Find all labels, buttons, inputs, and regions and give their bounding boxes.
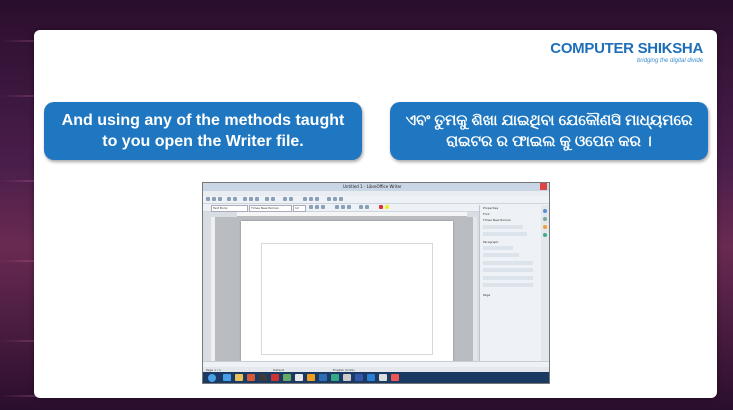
app-icon[interactable]	[379, 374, 387, 381]
window-titlebar: Untitled 1 - LibreOffice Writer	[203, 183, 549, 191]
font-name-box[interactable]: Times New Roman	[249, 205, 292, 212]
sidebar-paragraph-header[interactable]: Paragraph	[483, 240, 498, 244]
bold-icon[interactable]	[309, 205, 313, 209]
close-icon[interactable]	[540, 183, 547, 190]
sidebar-character-header[interactable]: Font	[483, 212, 490, 216]
sidebar-properties: Properties Font Times New Roman Paragrap…	[479, 205, 542, 361]
paragraph-style-box[interactable]: Text Body	[211, 205, 248, 212]
windows-taskbar	[203, 372, 549, 383]
navigator-tab-icon[interactable]	[543, 233, 547, 237]
app-icon[interactable]	[343, 374, 351, 381]
odia-instruction-text: ଏବଂ ତୁମକୁ ଶିଖା ଯାଇଥିବା ଯେକୌଣସି ମାଧ୍ୟମରେ …	[405, 112, 693, 150]
computer-shiksha-logo: COMPUTER SHIKSHA bridging the digital di…	[550, 40, 703, 64]
print-icon[interactable]	[233, 197, 237, 201]
find-icon[interactable]	[283, 197, 287, 201]
app-icon[interactable]	[259, 374, 267, 381]
writer-screenshot: Untitled 1 - LibreOffice Writer File Edi…	[202, 182, 550, 384]
app-icon[interactable]	[319, 374, 327, 381]
sidebar-font-name[interactable]: Times New Roman	[483, 218, 511, 222]
explorer-icon[interactable]	[235, 374, 243, 381]
chart-icon[interactable]	[315, 197, 319, 201]
image-icon[interactable]	[309, 197, 313, 201]
properties-tab-icon[interactable]	[543, 209, 547, 213]
odia-instruction: ଏବଂ ତୁମକୁ ଶିଖା ଯାଇଥିବା ଯେକୌଣସି ମାଧ୍ୟମରେ …	[390, 102, 708, 160]
cut-icon[interactable]	[243, 197, 247, 201]
sidebar-indent-row[interactable]	[483, 283, 533, 287]
english-instruction: And using any of the methods taught to y…	[44, 102, 362, 160]
sidebar-spacing-row[interactable]	[483, 261, 533, 265]
font-size-box[interactable]: 12	[293, 205, 306, 212]
sidebar-indent-row[interactable]	[483, 276, 533, 280]
gallery-tab-icon[interactable]	[543, 225, 547, 229]
align-right-icon[interactable]	[347, 205, 351, 209]
app-icon[interactable]	[355, 374, 363, 381]
app-icon[interactable]	[391, 374, 399, 381]
app-icon[interactable]	[271, 374, 279, 381]
special-char-icon[interactable]	[327, 197, 331, 201]
sidebar-format-row[interactable]	[483, 232, 527, 236]
sidebar-spacing-row[interactable]	[483, 268, 533, 272]
app-icon[interactable]	[295, 374, 303, 381]
numbering-icon[interactable]	[365, 205, 369, 209]
new-icon[interactable]	[206, 197, 210, 201]
text-boundary	[261, 243, 433, 355]
spellcheck-icon[interactable]	[289, 197, 293, 201]
logo-main: COMPUTER SHIKSHA	[550, 40, 703, 57]
italic-icon[interactable]	[315, 205, 319, 209]
app-icon[interactable]	[247, 374, 255, 381]
english-instruction-text: And using any of the methods taught to y…	[61, 112, 345, 150]
hyperlink-icon[interactable]	[333, 197, 337, 201]
sidebar-page-header[interactable]: Page	[483, 293, 490, 297]
undo-icon[interactable]	[265, 197, 269, 201]
window-title: Untitled 1 - LibreOffice Writer	[343, 184, 402, 189]
bullets-icon[interactable]	[359, 205, 363, 209]
paste-icon[interactable]	[255, 197, 259, 201]
sidebar-list-row[interactable]	[483, 253, 519, 257]
standard-toolbar	[203, 196, 549, 204]
maximize-icon[interactable]	[532, 183, 539, 190]
save-icon[interactable]	[218, 197, 222, 201]
underline-icon[interactable]	[321, 205, 325, 209]
logo-tagline: bridging the digital divide	[636, 58, 703, 64]
table-icon[interactable]	[303, 197, 307, 201]
copy-icon[interactable]	[249, 197, 253, 201]
document-page[interactable]	[241, 221, 453, 361]
vertical-ruler	[211, 217, 215, 361]
open-icon[interactable]	[212, 197, 216, 201]
writer-task-icon[interactable]	[367, 374, 375, 381]
redo-icon[interactable]	[271, 197, 275, 201]
align-left-icon[interactable]	[335, 205, 339, 209]
sidebar-deck-tabs	[541, 205, 549, 361]
comment-icon[interactable]	[339, 197, 343, 201]
font-color-icon[interactable]	[379, 205, 383, 209]
app-icon[interactable]	[283, 374, 291, 381]
pdf-icon[interactable]	[227, 197, 231, 201]
vertical-scrollbar[interactable]	[473, 217, 477, 361]
minimize-icon[interactable]	[524, 183, 531, 190]
sidebar-format-row[interactable]	[483, 225, 523, 229]
slide-card: COMPUTER SHIKSHA bridging the digital di…	[34, 30, 717, 398]
styles-tab-icon[interactable]	[543, 217, 547, 221]
app-icon[interactable]	[331, 374, 339, 381]
sidebar-title: Properties	[483, 206, 499, 210]
ie-icon[interactable]	[223, 374, 231, 381]
sidebar-align-row[interactable]	[483, 246, 513, 250]
align-center-icon[interactable]	[341, 205, 345, 209]
highlight-icon[interactable]	[385, 205, 389, 209]
start-icon[interactable]	[208, 374, 216, 382]
app-icon[interactable]	[307, 374, 315, 381]
